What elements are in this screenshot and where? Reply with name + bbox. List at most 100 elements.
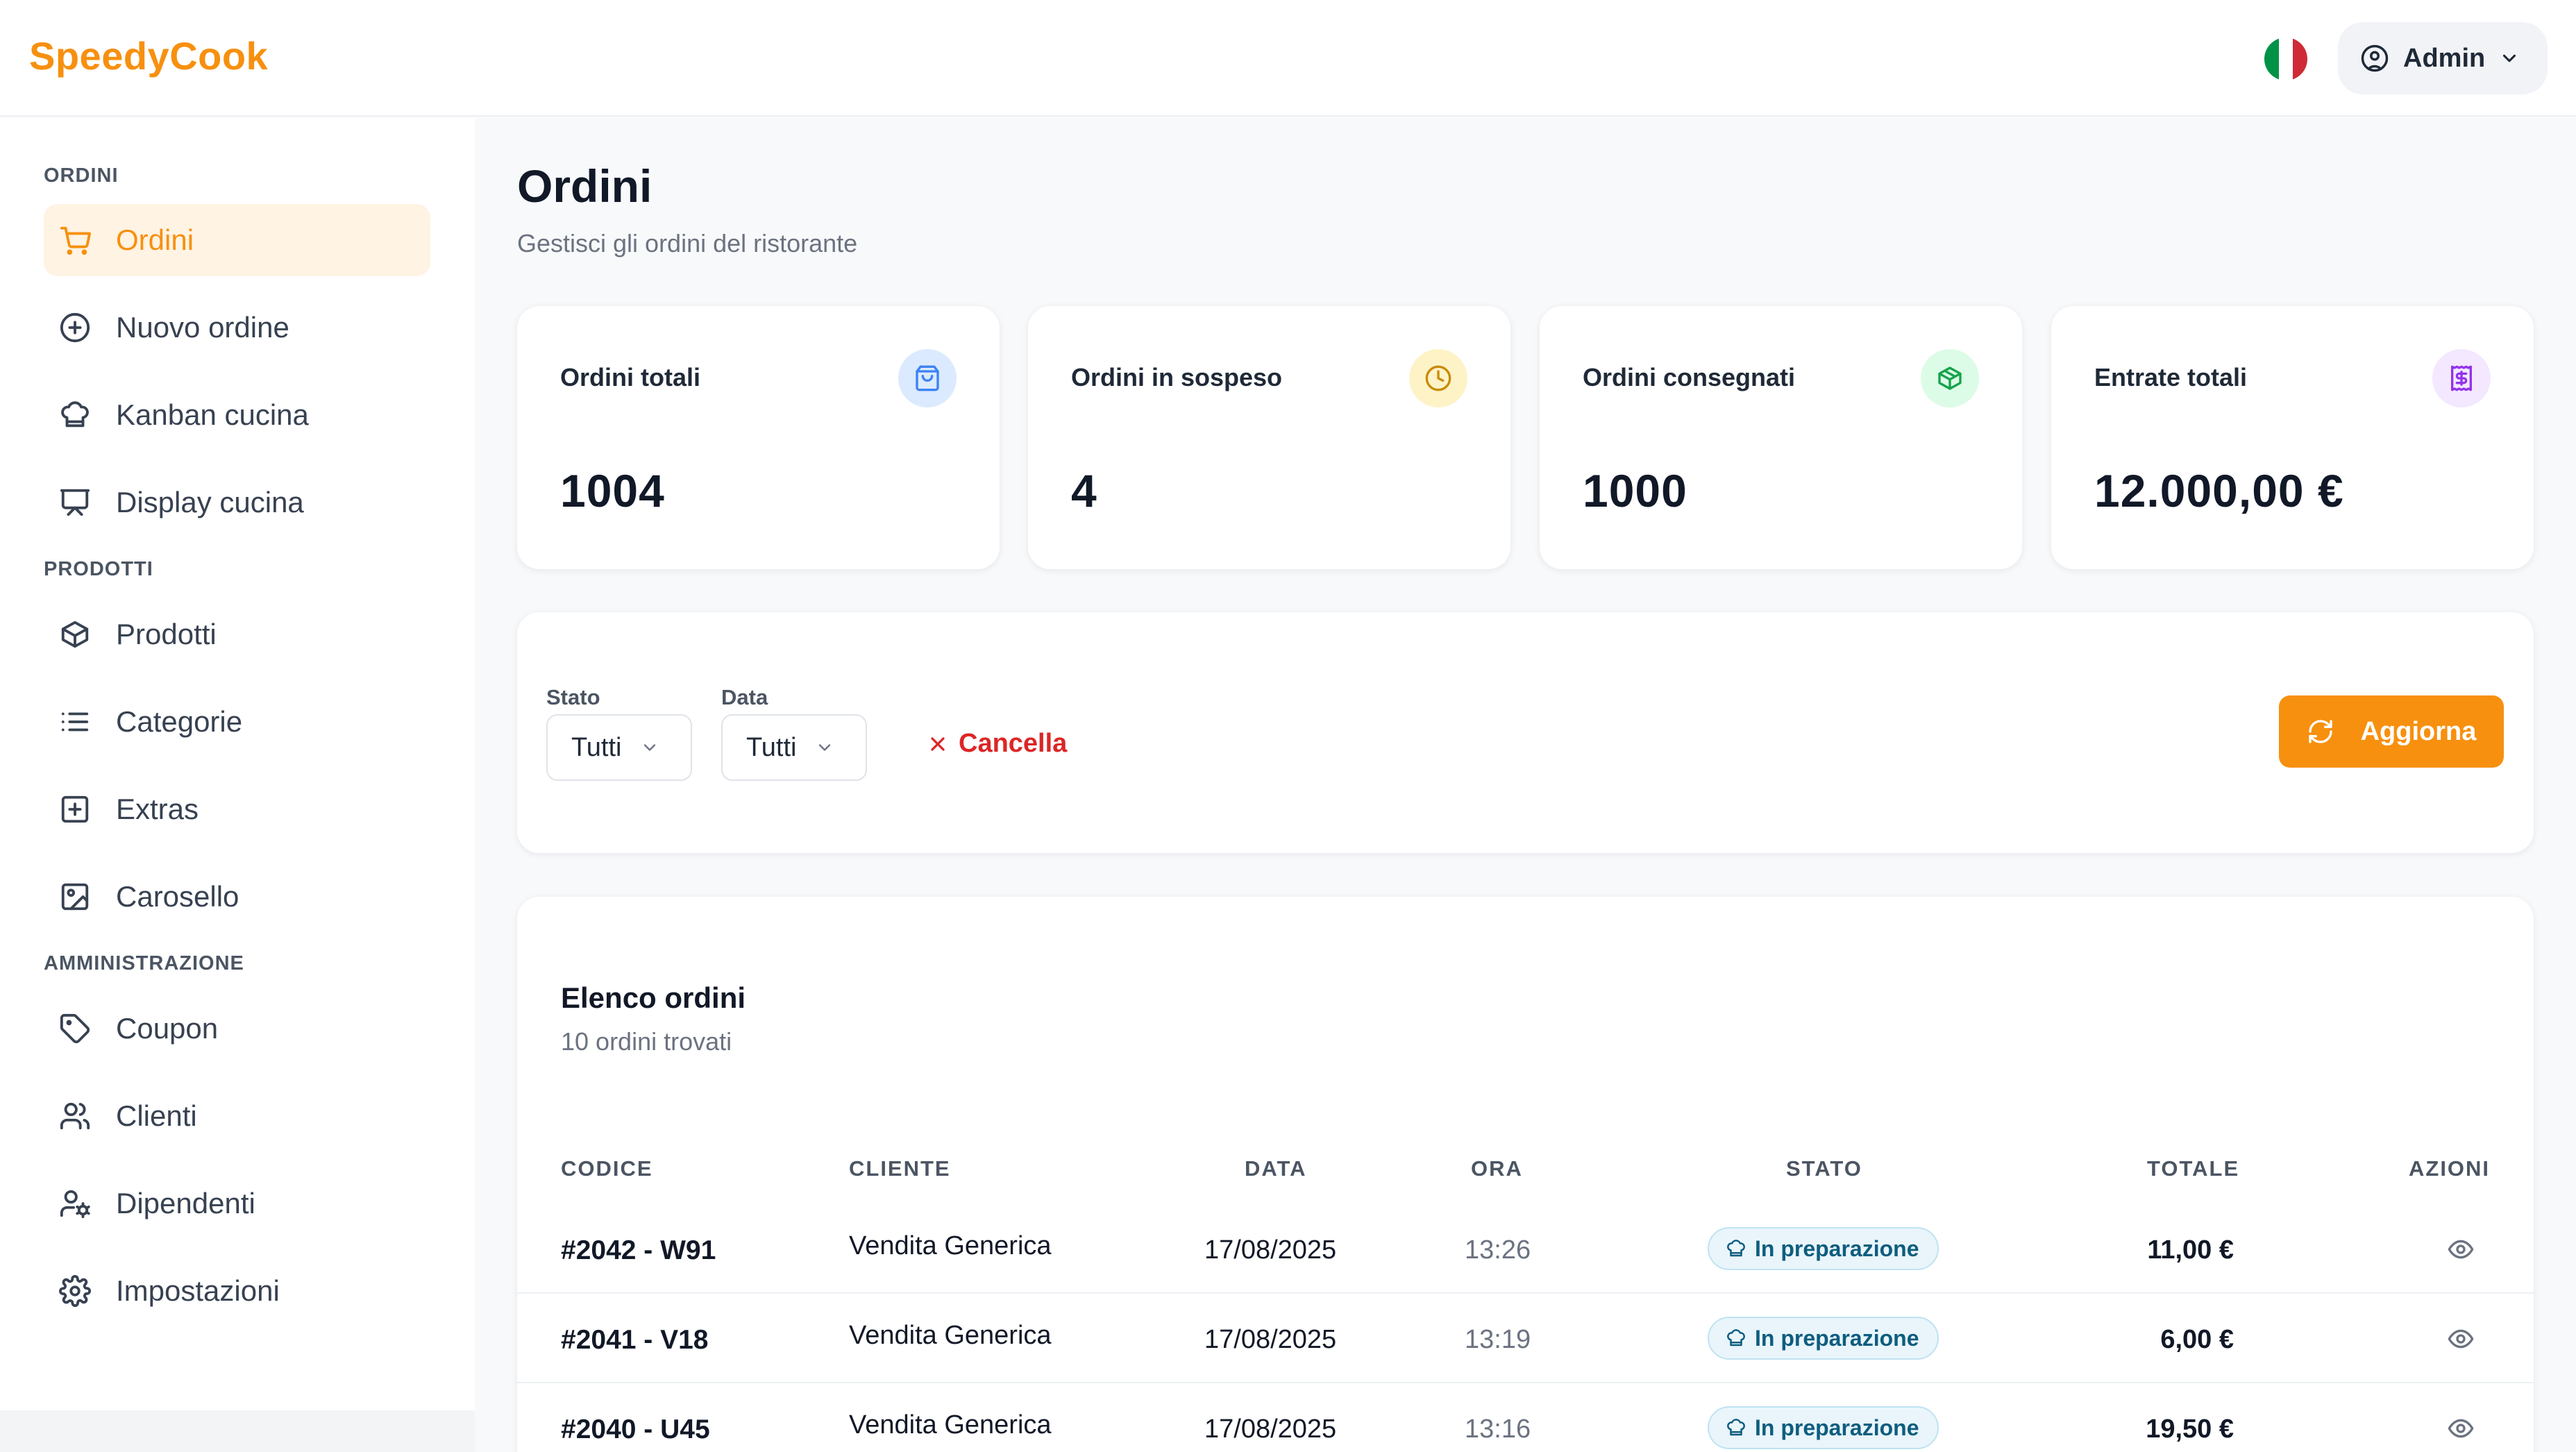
sidebar-item-categorie[interactable]: Categorie — [44, 686, 430, 758]
stat-value: 4 — [1071, 465, 1097, 516]
column-header-stato[interactable]: STATO — [1786, 1156, 1862, 1181]
app-logo[interactable]: SpeedyCook — [29, 33, 268, 78]
view-order-eye-icon[interactable] — [2447, 1415, 2475, 1442]
sidebar-item-carosello[interactable]: Carosello — [44, 861, 430, 933]
clear-filters-button[interactable]: Cancella — [927, 729, 1067, 759]
column-header-data[interactable]: DATA — [1245, 1156, 1307, 1181]
status-badge: In preparazione — [1708, 1406, 1939, 1449]
refresh-button[interactable]: Aggiorna — [2279, 695, 2504, 768]
stat-card-ordini-totali: Ordini totali 1004 — [517, 306, 1000, 569]
sidebar-item-prodotti[interactable]: Prodotti — [44, 598, 430, 670]
page-title: Ordini — [517, 160, 653, 212]
sidebar-item-coupon[interactable]: Coupon — [44, 993, 430, 1065]
view-order-eye-icon[interactable] — [2447, 1325, 2475, 1353]
cart-icon — [60, 226, 91, 255]
top-header: SpeedyCook Admin — [0, 0, 2576, 117]
order-total: 6,00 € — [2160, 1325, 2234, 1354]
date-filter-select[interactable]: Tutti — [721, 714, 867, 781]
sidebar-item-clienti[interactable]: Clienti — [44, 1080, 430, 1152]
sidebar: ORDINI Ordini Nuovo ordine Kanban cucina… — [0, 118, 475, 1410]
orders-card: Elenco ordini 10 ordini trovati CODICE C… — [517, 897, 2534, 1452]
column-header-codice[interactable]: CODICE — [561, 1156, 653, 1181]
sidebar-item-dipendenti[interactable]: Dipendenti — [44, 1167, 430, 1240]
sidebar-section-amministrazione: AMMINISTRAZIONE — [44, 952, 244, 974]
order-time: 13:16 — [1465, 1415, 1531, 1444]
sidebar-item-label: Display cucina — [116, 486, 304, 518]
plus-square-icon — [61, 795, 89, 823]
sidebar-item-display-cucina[interactable]: Display cucina — [44, 466, 430, 539]
table-row[interactable]: #2041 - V18 Vendita Generica 17/08/2025 … — [517, 1294, 2534, 1383]
user-menu-button[interactable]: Admin — [2338, 22, 2548, 94]
sidebar-item-extras[interactable]: Extras — [44, 773, 430, 845]
sidebar-item-label: Prodotti — [116, 618, 217, 650]
sidebar-item-label: Ordini — [116, 223, 194, 256]
refresh-label: Aggiorna — [2360, 716, 2477, 746]
stat-label: Ordini consegnati — [1583, 363, 1796, 391]
order-total: 19,50 € — [2146, 1415, 2234, 1444]
column-header-azioni: AZIONI — [2409, 1156, 2491, 1181]
order-code: #2040 - U45 — [561, 1415, 710, 1444]
order-time: 13:26 — [1465, 1235, 1531, 1265]
column-header-ora[interactable]: ORA — [1471, 1156, 1523, 1181]
close-icon — [931, 736, 945, 751]
refresh-icon — [2308, 720, 2332, 743]
stat-card-ordini-consegnati: Ordini consegnati 1000 — [1540, 306, 2022, 569]
sidebar-item-kanban-cucina[interactable]: Kanban cucina — [44, 379, 430, 451]
stat-card-ordini-in-sospeso: Ordini in sospeso 4 — [1028, 306, 1510, 569]
view-order-eye-icon[interactable] — [2447, 1235, 2475, 1263]
column-header-totale[interactable]: TOTALE — [2147, 1156, 2239, 1181]
table-row[interactable]: #2040 - U45 Vendita Generica 17/08/2025 … — [517, 1384, 2534, 1452]
sidebar-item-label: Categorie — [116, 705, 243, 738]
stat-card-entrate-totali: Entrate totali 12.000,00 € — [2051, 306, 2534, 569]
sidebar-item-label: Coupon — [116, 1012, 219, 1045]
status-badge-label: In preparazione — [1755, 1325, 1919, 1351]
plus-circle-icon — [60, 312, 90, 343]
sidebar-item-label: Nuovo ordine — [116, 311, 289, 344]
box-icon — [61, 621, 89, 648]
page-subtitle: Gestisci gli ordini del ristorante — [517, 229, 858, 258]
sidebar-item-impostazioni[interactable]: Impostazioni — [44, 1255, 430, 1327]
gear-icon — [59, 1275, 91, 1307]
chevron-down-icon — [2503, 54, 2516, 62]
sidebar-item-ordini[interactable]: Ordini — [44, 204, 430, 276]
receipt-icon — [2432, 349, 2491, 407]
chef-hat-icon — [1727, 1419, 1745, 1436]
sidebar-item-label: Clienti — [116, 1099, 197, 1132]
table-row[interactable]: #2042 - W91 Vendita Generica 17/08/2025 … — [517, 1205, 2534, 1294]
date-filter-value: Tutti — [746, 732, 797, 762]
stat-value: 1004 — [560, 465, 665, 516]
tag-icon — [60, 1013, 90, 1044]
clear-filters-label: Cancella — [959, 729, 1068, 758]
chevron-down-icon — [643, 744, 655, 751]
date-filter-label: Data — [721, 685, 768, 709]
clock-icon — [1409, 349, 1467, 407]
list-icon — [61, 712, 89, 732]
sidebar-item-label: Impostazioni — [116, 1274, 280, 1307]
user-circle-icon — [2361, 44, 2389, 72]
order-date: 17/08/2025 — [1204, 1235, 1337, 1265]
status-badge-label: In preparazione — [1755, 1415, 1919, 1440]
status-filter-select[interactable]: Tutti — [546, 714, 692, 781]
order-date: 17/08/2025 — [1204, 1415, 1337, 1444]
filters-card: Stato Tutti Data Tutti Cancella Aggiorna — [517, 612, 2534, 853]
sidebar-footer-strip — [0, 1410, 475, 1452]
column-header-cliente[interactable]: CLIENTE — [849, 1156, 951, 1181]
order-code: #2041 - V18 — [561, 1325, 709, 1355]
stat-label: Ordini totali — [560, 363, 700, 391]
status-badge-label: In preparazione — [1755, 1235, 1919, 1261]
stat-label: Entrate totali — [2094, 363, 2248, 391]
sidebar-item-nuovo-ordine[interactable]: Nuovo ordine — [44, 292, 430, 364]
users-icon — [60, 1102, 90, 1130]
order-client: Vendita Generica — [849, 1321, 1052, 1350]
order-time: 13:19 — [1465, 1325, 1531, 1354]
italian-flag-icon[interactable] — [2264, 37, 2307, 81]
order-total: 11,00 € — [2147, 1235, 2234, 1265]
sidebar-item-label: Carosello — [116, 880, 239, 913]
orders-title: Elenco ordini — [561, 981, 746, 1014]
stat-value: 1000 — [1583, 465, 1687, 516]
sidebar-item-label: Extras — [116, 793, 199, 825]
orders-count: 10 ordini trovati — [561, 1027, 732, 1056]
order-client: Vendita Generica — [849, 1410, 1052, 1440]
order-code: #2042 - W91 — [561, 1235, 716, 1265]
stat-value: 12.000,00 € — [2094, 465, 2344, 516]
